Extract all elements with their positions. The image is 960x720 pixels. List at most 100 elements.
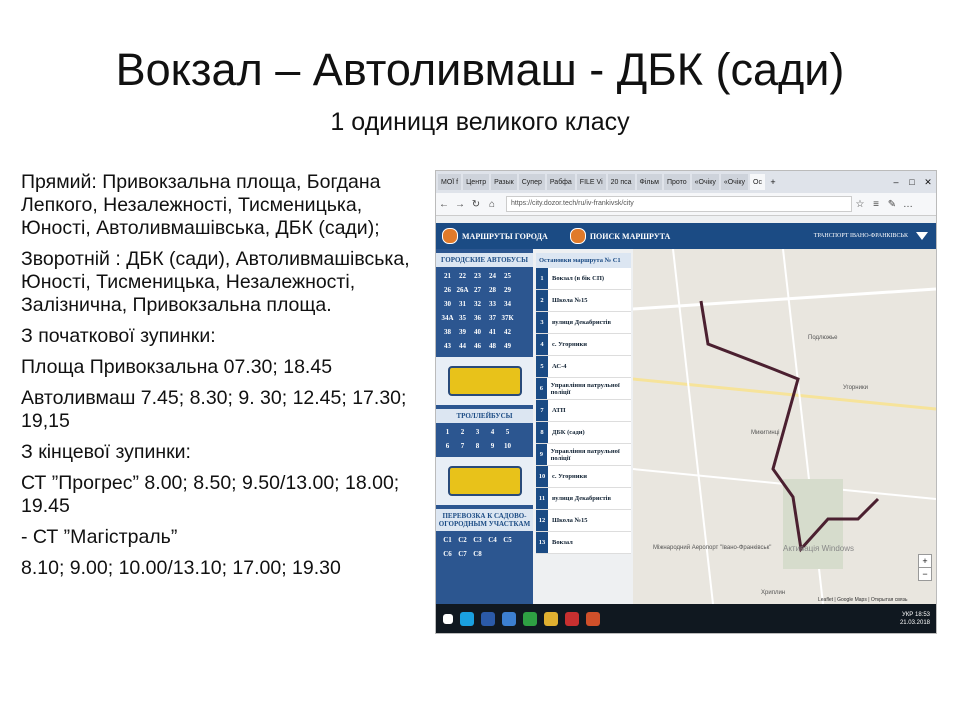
route-number[interactable]: 41 bbox=[485, 325, 500, 339]
route-number[interactable]: 35 bbox=[455, 311, 470, 325]
stop-row[interactable]: 4 с. Угорники bbox=[536, 334, 631, 356]
route-number[interactable]: 1 bbox=[440, 425, 455, 439]
browser-tab[interactable]: FILE Vi bbox=[576, 174, 606, 190]
route-number[interactable]: 31 bbox=[455, 297, 470, 311]
stop-row[interactable]: 13 Вокзал bbox=[536, 532, 631, 554]
browser-tab[interactable]: МОЇ f bbox=[438, 174, 462, 190]
route-number[interactable]: 4 bbox=[485, 425, 500, 439]
route-number[interactable]: 28 bbox=[485, 283, 500, 297]
route-number[interactable]: 26 bbox=[440, 283, 455, 297]
home-icon[interactable]: ⌂ bbox=[484, 199, 500, 210]
route-number[interactable]: 5 bbox=[500, 425, 515, 439]
stop-row[interactable]: 10 с. Угорники bbox=[536, 466, 631, 488]
browser-tab[interactable]: Супер bbox=[518, 174, 545, 190]
menu-dropdown-icon[interactable] bbox=[916, 232, 928, 240]
hub-icon[interactable]: ≡ bbox=[868, 199, 884, 210]
route-number[interactable]: 37К bbox=[500, 311, 515, 325]
route-number[interactable]: 36 bbox=[470, 311, 485, 325]
route-number[interactable]: 6 bbox=[440, 439, 455, 453]
route-number[interactable]: 24 bbox=[485, 269, 500, 283]
route-number[interactable]: 34 bbox=[500, 297, 515, 311]
route-number[interactable]: 39 bbox=[455, 325, 470, 339]
route-number[interactable]: 27 bbox=[470, 283, 485, 297]
route-number[interactable]: 34А bbox=[440, 311, 455, 325]
route-number[interactable]: С2 bbox=[455, 533, 470, 547]
stop-row[interactable]: 3 вулиця Декабристів bbox=[536, 312, 631, 334]
route-number[interactable]: 9 bbox=[485, 439, 500, 453]
route-number[interactable]: 2 bbox=[455, 425, 470, 439]
stop-row[interactable]: 9 Управління патрульної поліції bbox=[536, 444, 631, 466]
minimize-icon[interactable]: – bbox=[888, 177, 904, 187]
route-number[interactable]: С4 bbox=[485, 533, 500, 547]
route-number[interactable]: 38 bbox=[440, 325, 455, 339]
route-number[interactable]: 23 bbox=[470, 269, 485, 283]
route-number[interactable]: 26А bbox=[455, 283, 470, 297]
route-number[interactable]: 48 bbox=[485, 339, 500, 353]
route-number[interactable]: 10 bbox=[500, 439, 515, 453]
pdf-icon[interactable] bbox=[565, 611, 579, 626]
star-icon[interactable]: ☆ bbox=[852, 199, 868, 210]
edge-icon[interactable] bbox=[502, 611, 516, 626]
browser-tab[interactable]: 20 пса bbox=[607, 174, 635, 190]
browser-tab[interactable]: Прото bbox=[663, 174, 690, 190]
more-icon[interactable]: … bbox=[900, 199, 916, 210]
browser-tab[interactable]: Фільм bbox=[636, 174, 662, 190]
route-number[interactable]: 21 bbox=[440, 269, 455, 283]
route-number[interactable]: 29 bbox=[500, 283, 515, 297]
close-icon[interactable]: ✕ bbox=[920, 177, 936, 188]
route-number[interactable]: 49 bbox=[500, 339, 515, 353]
route-number[interactable]: 37 bbox=[485, 311, 500, 325]
zoom-out-button[interactable]: − bbox=[918, 567, 932, 581]
route-map[interactable]: Подлюжье Угорники Микитинці Міжнародний … bbox=[633, 249, 936, 604]
browser-tab[interactable]: «Очіку bbox=[691, 174, 719, 190]
url-field[interactable]: https://city.dozor.tech/ru/iv-frankivsk/… bbox=[506, 196, 852, 212]
stop-row[interactable]: 6 Управління патрульної поліції bbox=[536, 378, 631, 400]
back-icon[interactable]: ← bbox=[436, 199, 452, 210]
route-search-menu[interactable]: ПОИСК МАРШРУТА bbox=[569, 228, 670, 244]
stop-row[interactable]: 7 АТП bbox=[536, 400, 631, 422]
browser-tab[interactable]: Центр bbox=[463, 174, 490, 190]
route-number[interactable]: С6 bbox=[440, 547, 455, 561]
explorer-icon[interactable] bbox=[544, 611, 558, 626]
route-number[interactable]: С8 bbox=[470, 547, 485, 561]
route-number[interactable]: 32 bbox=[470, 297, 485, 311]
zoom-in-button[interactable]: + bbox=[918, 554, 932, 568]
stop-row[interactable]: 8 ДБК (сади) bbox=[536, 422, 631, 444]
word-icon[interactable] bbox=[481, 611, 495, 626]
windows-start-icon[interactable] bbox=[443, 613, 453, 624]
route-number[interactable]: 40 bbox=[470, 325, 485, 339]
route-number[interactable]: 46 bbox=[470, 339, 485, 353]
stop-row[interactable]: 11 вулиця Декабристів bbox=[536, 488, 631, 510]
stop-row[interactable]: 5 АС-4 bbox=[536, 356, 631, 378]
stop-row[interactable]: 1 Вокзал (в бік СП) bbox=[536, 268, 631, 290]
note-icon[interactable]: ✎ bbox=[884, 199, 900, 210]
route-number[interactable]: 30 bbox=[440, 297, 455, 311]
browser-tab[interactable]: «Очіку bbox=[720, 174, 749, 190]
powerpoint-icon[interactable] bbox=[586, 611, 600, 626]
browser-tab[interactable]: Разык bbox=[491, 174, 517, 190]
refresh-icon[interactable]: ↻ bbox=[468, 199, 484, 210]
chrome-icon[interactable] bbox=[523, 611, 537, 626]
route-number[interactable]: С3 bbox=[470, 533, 485, 547]
forward-icon[interactable]: → bbox=[452, 199, 468, 210]
route-number[interactable]: С5 bbox=[500, 533, 515, 547]
stop-row[interactable]: 12 Школа №15 bbox=[536, 510, 631, 532]
route-number[interactable]: 7 bbox=[455, 439, 470, 453]
maximize-icon[interactable]: □ bbox=[904, 177, 920, 187]
route-number[interactable]: 25 bbox=[500, 269, 515, 283]
new-tab-icon[interactable]: + bbox=[765, 177, 781, 187]
browser-tab[interactable]: Рабфа bbox=[546, 174, 575, 190]
route-number[interactable]: 43 bbox=[440, 339, 455, 353]
route-number[interactable]: 33 bbox=[485, 297, 500, 311]
route-number[interactable]: 42 bbox=[500, 325, 515, 339]
routes-menu[interactable]: МАРШРУТЫ ГОРОДА bbox=[442, 228, 548, 244]
route-number[interactable]: С7 bbox=[455, 547, 470, 561]
route-number[interactable]: С1 bbox=[440, 533, 455, 547]
browser-tab-active[interactable]: Ос bbox=[750, 174, 765, 190]
route-number[interactable]: 3 bbox=[470, 425, 485, 439]
skype-icon[interactable] bbox=[460, 611, 474, 626]
route-number[interactable]: 22 bbox=[455, 269, 470, 283]
route-number[interactable]: 44 bbox=[455, 339, 470, 353]
stop-row[interactable]: 2 Школа №15 bbox=[536, 290, 631, 312]
route-number[interactable]: 8 bbox=[470, 439, 485, 453]
